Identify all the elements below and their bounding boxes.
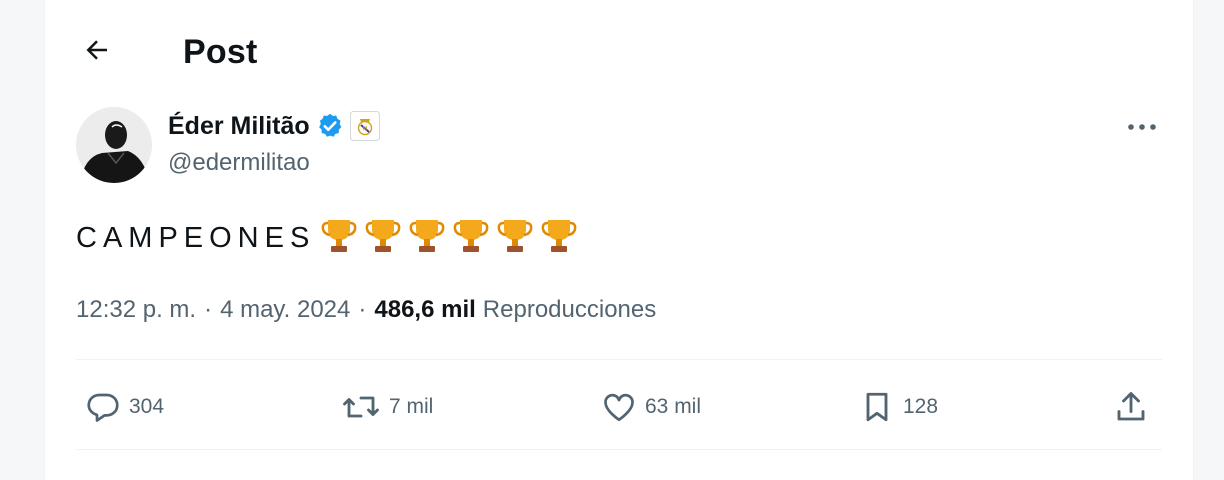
post-text-body: CAMPEONES (76, 222, 316, 254)
post-metadata: 12:32 p. m. · 4 may. 2024 · 486,6 mil Re… (76, 290, 656, 330)
share-button[interactable] (1113, 384, 1149, 430)
divider (76, 359, 1162, 360)
heart-icon (601, 389, 637, 425)
reply-icon (85, 389, 121, 425)
page-title: Post (183, 33, 258, 71)
svg-text:M: M (362, 126, 367, 133)
more-horizontal-icon (1127, 118, 1157, 136)
repost-button[interactable]: 7 mil (341, 384, 433, 430)
divider (76, 449, 1162, 450)
trophy-icon (495, 216, 535, 261)
repost-icon (341, 389, 381, 425)
avatar[interactable] (76, 107, 152, 183)
arrow-left-icon (82, 35, 112, 70)
share-icon (1113, 389, 1149, 425)
bookmark-count: 128 (903, 395, 939, 418)
meta-separator: · (204, 296, 213, 323)
meta-separator: · (358, 296, 367, 323)
post-text: CAMPEONES (76, 214, 579, 262)
post-date[interactable]: 4 may. 2024 (220, 296, 350, 324)
views-count[interactable]: 486,6 mil (374, 296, 475, 324)
trophy-emojis (319, 216, 579, 261)
trophy-icon (319, 216, 359, 261)
repost-count: 7 mil (389, 395, 434, 418)
action-bar: 304 7 mil 63 mil 128 (45, 384, 1193, 430)
trophy-icon (407, 216, 447, 261)
author-name-row[interactable]: Éder Militão M (168, 108, 380, 144)
verified-badge-icon[interactable] (316, 112, 344, 140)
reply-button[interactable]: 304 (85, 384, 164, 430)
post-header: Post (45, 0, 1193, 100)
back-button[interactable] (75, 30, 119, 74)
trophy-icon (539, 216, 579, 261)
like-count: 63 mil (645, 395, 702, 418)
post-column: Post Éder Militão M @edermilitao CAMPEON… (44, 0, 1194, 480)
real-madrid-crest-icon[interactable]: M (349, 111, 380, 141)
bookmark-button[interactable]: 128 (859, 384, 938, 430)
bookmark-icon (859, 389, 895, 425)
post-time[interactable]: 12:32 p. m. (76, 296, 196, 324)
more-options-button[interactable] (1121, 112, 1163, 142)
author-handle[interactable]: @edermilitao (168, 147, 310, 179)
trophy-icon (363, 216, 403, 261)
trophy-icon (451, 216, 491, 261)
reply-count: 304 (129, 395, 165, 418)
like-button[interactable]: 63 mil (601, 384, 701, 430)
author-display-name[interactable]: Éder Militão (168, 108, 310, 144)
views-label[interactable]: Reproducciones (483, 296, 656, 324)
